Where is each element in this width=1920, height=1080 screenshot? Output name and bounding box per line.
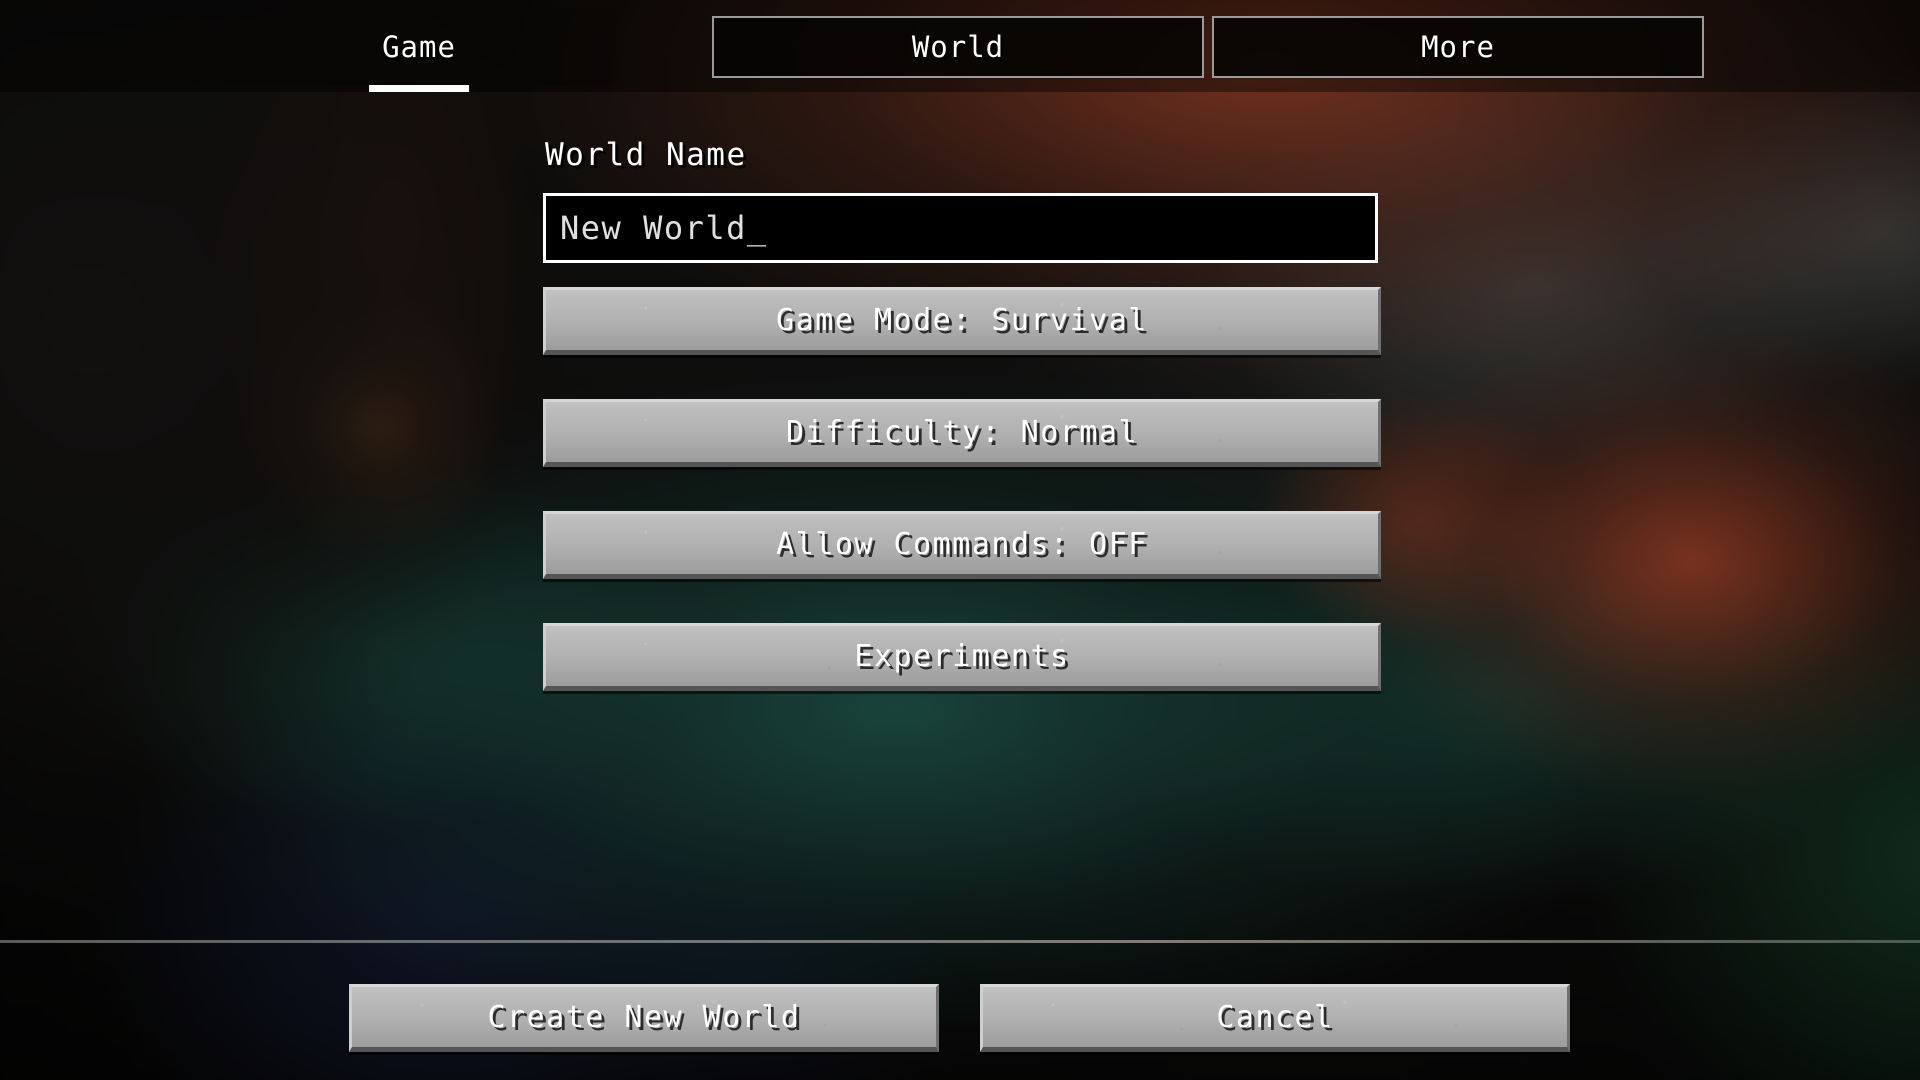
allow-commands-button[interactable]: Allow Commands: OFF [543, 511, 1381, 579]
footer-bar: Create New World Cancel [0, 940, 1920, 1080]
difficulty-button[interactable]: Difficulty: Normal [543, 399, 1381, 467]
tab-bar: Game World More [0, 0, 1920, 92]
game-mode-button[interactable]: Game Mode: Survival [543, 287, 1381, 355]
create-new-world-button-label: Create New World [487, 999, 801, 1035]
world-name-label: World Name [545, 137, 747, 173]
tab-game-label: Game [382, 30, 456, 64]
tab-more[interactable]: More [1212, 16, 1704, 78]
footer-divider [0, 940, 1920, 943]
create-new-world-button[interactable]: Create New World [349, 984, 939, 1052]
tab-more-label: More [1421, 30, 1495, 64]
tab-world-label: World [911, 30, 1005, 64]
tab-game[interactable]: Game [222, 8, 616, 92]
experiments-button-label: Experiments [854, 638, 1070, 674]
cancel-button[interactable]: Cancel [980, 984, 1570, 1052]
game-settings-panel: World Name New World_ Game Mode: Surviva… [0, 92, 1920, 942]
tab-world[interactable]: World [712, 16, 1204, 78]
tab-selected-underline [369, 85, 469, 92]
experiments-button[interactable]: Experiments [543, 623, 1381, 691]
create-new-world-screen: Game World More World Name New World_ Ga… [0, 0, 1920, 1080]
allow-commands-button-label: Allow Commands: OFF [776, 526, 1148, 562]
game-mode-button-label: Game Mode: Survival [776, 302, 1148, 338]
world-name-input[interactable]: New World_ [543, 193, 1378, 263]
difficulty-button-label: Difficulty: Normal [785, 414, 1139, 450]
cancel-button-label: Cancel [1216, 999, 1334, 1035]
